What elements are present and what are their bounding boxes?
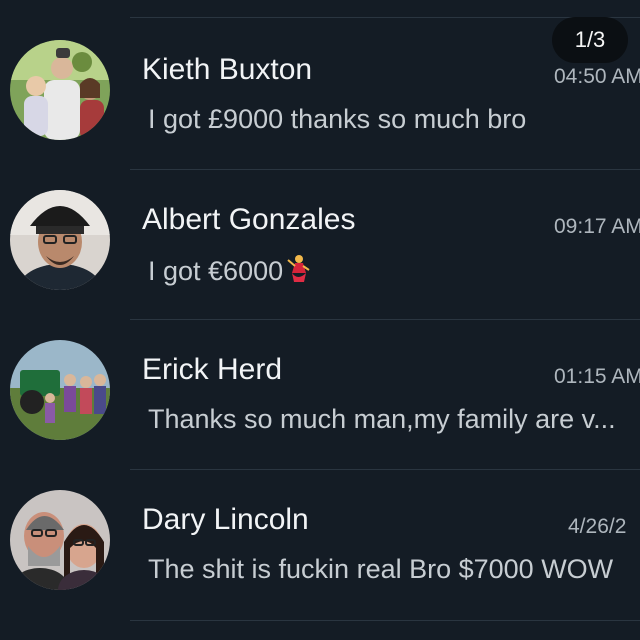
message-time: 04:50 AM <box>554 65 640 88</box>
avatar[interactable] <box>10 490 110 590</box>
chat-row-kieth-buxton[interactable]: Kieth Buxton 04:50 AM I got £9000 thanks… <box>0 20 640 170</box>
contact-name: Erick Herd <box>142 353 283 386</box>
dancer-emoji-icon <box>285 254 311 291</box>
message-text: I got €6000 <box>148 256 284 286</box>
message-time: 01:15 AM <box>554 365 640 388</box>
contact-name: Kieth Buxton <box>142 53 313 86</box>
message-time: 4/26/2 <box>568 515 627 538</box>
contact-name: Albert Gonzales <box>142 203 356 236</box>
message-preview: Thanks so much man,my family are v... <box>148 404 616 434</box>
divider <box>130 620 640 621</box>
avatar[interactable] <box>10 190 110 290</box>
contact-name: Dary Lincoln <box>142 503 309 536</box>
chat-list: Kieth Buxton 04:50 AM I got £9000 thanks… <box>0 0 640 640</box>
divider <box>130 17 640 18</box>
message-time: 09:17 AM <box>554 215 640 238</box>
avatar[interactable] <box>10 340 110 440</box>
message-preview: I got £9000 thanks so much bro <box>148 104 527 134</box>
chat-row-dary-lincoln[interactable]: Dary Lincoln 4/26/2 The shit is fuckin r… <box>0 470 640 620</box>
message-preview: The shit is fuckin real Bro $7000 WOW <box>148 554 614 584</box>
avatar[interactable] <box>10 40 110 140</box>
chat-row-albert-gonzales[interactable]: Albert Gonzales 09:17 AM I got €6000 <box>0 170 640 320</box>
message-preview: I got €6000 <box>148 254 640 291</box>
chat-row-erick-herd[interactable]: Erick Herd 01:15 AM Thanks so much man,m… <box>0 320 640 470</box>
page-counter-badge: 1/3 <box>552 17 628 63</box>
